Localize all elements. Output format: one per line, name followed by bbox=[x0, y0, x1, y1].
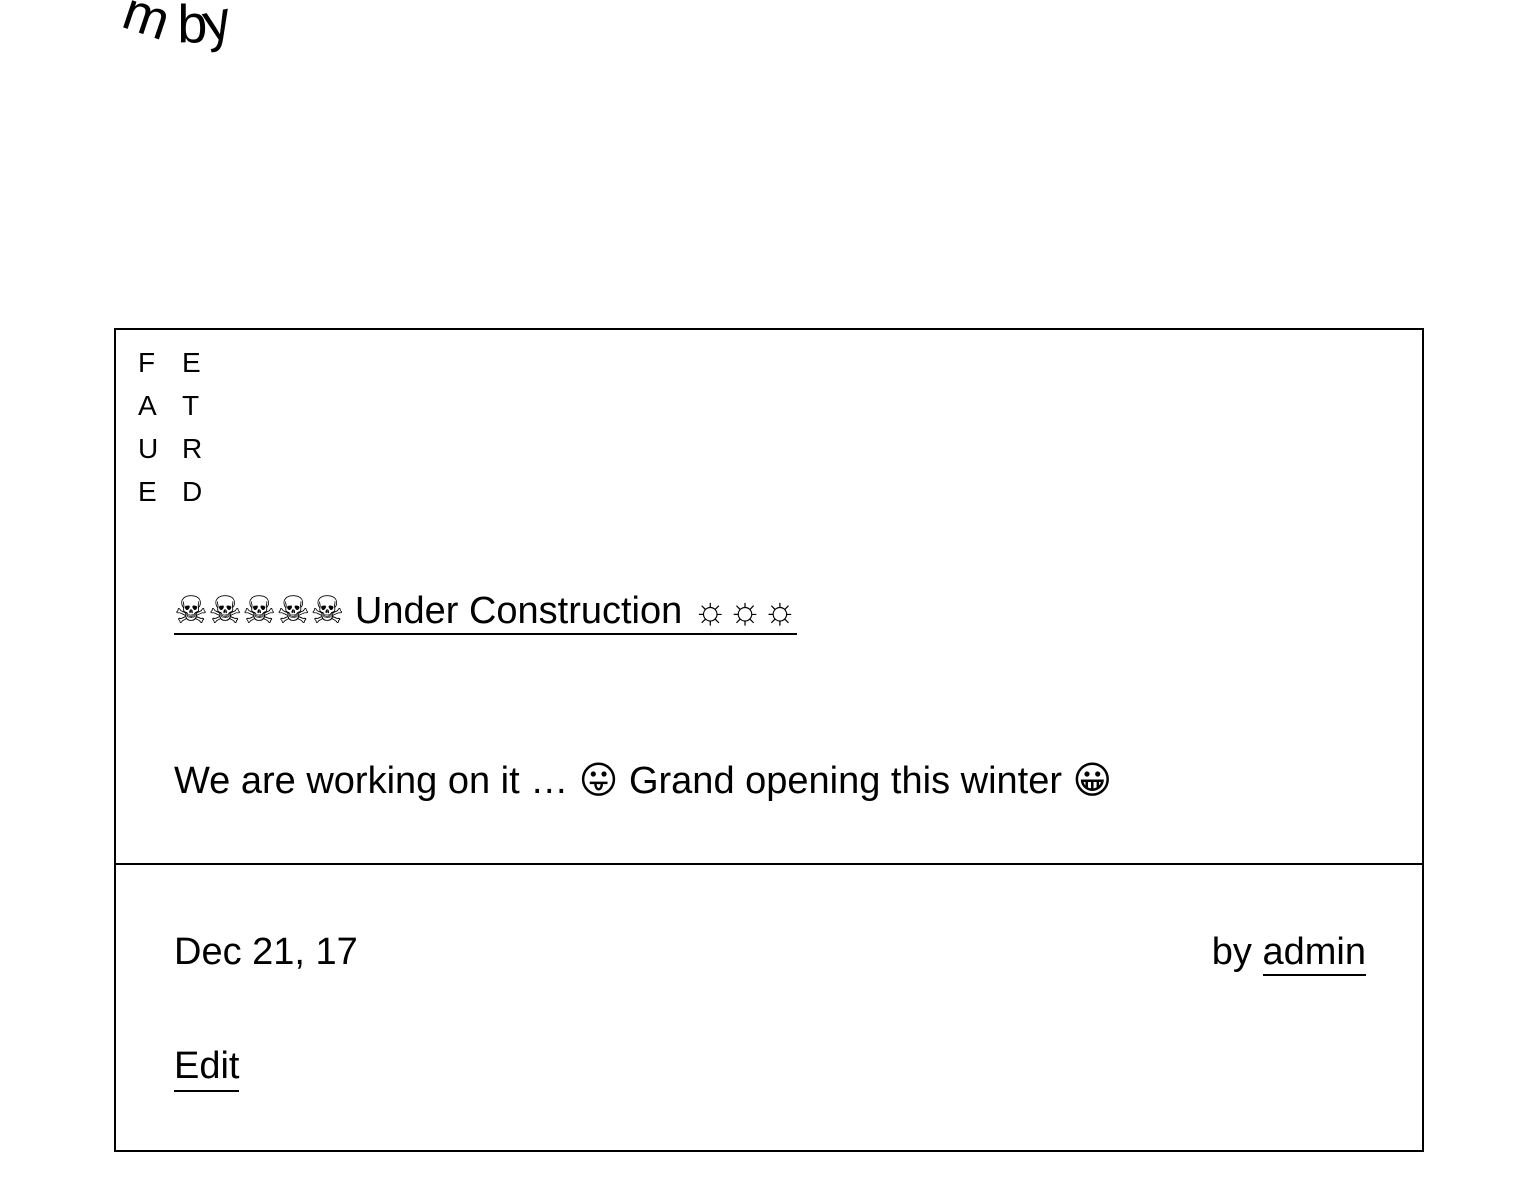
featured-letter: F bbox=[138, 347, 156, 378]
site-title-arc: m by bbox=[0, 0, 340, 80]
featured-letter: U bbox=[138, 433, 159, 464]
post-title-link[interactable]: ☠☠☠☠☠ Under Construction ☼☼☼ bbox=[174, 590, 798, 635]
post-title: ☠☠☠☠☠ Under Construction ☼☼☼ bbox=[174, 588, 798, 635]
post-excerpt: We are working on it … 😛 Grand opening t… bbox=[174, 760, 1113, 802]
post-meta-footer: Dec 21, 17 by admin Edit bbox=[116, 863, 1422, 1152]
featured-letter: R bbox=[182, 433, 203, 464]
post-card: F E A T U R E D ☠☠☠☠☠ Under Construction… bbox=[114, 328, 1424, 1152]
svg-text:m by: m by bbox=[116, 0, 237, 54]
author-link[interactable]: admin bbox=[1262, 931, 1366, 976]
featured-letter: T bbox=[182, 390, 200, 421]
featured-label: F E A T U R E D bbox=[138, 348, 218, 520]
byline-prefix: by bbox=[1211, 931, 1252, 973]
edit-link[interactable]: Edit bbox=[174, 1043, 240, 1092]
post-date: Dec 21, 17 bbox=[174, 931, 358, 973]
featured-letter: A bbox=[138, 390, 157, 421]
post-byline: by admin bbox=[1211, 929, 1366, 976]
featured-letter: E bbox=[138, 476, 157, 507]
featured-letter: E bbox=[182, 347, 201, 378]
site-title-arc-text: m by bbox=[116, 0, 237, 54]
featured-letter: D bbox=[182, 476, 203, 507]
